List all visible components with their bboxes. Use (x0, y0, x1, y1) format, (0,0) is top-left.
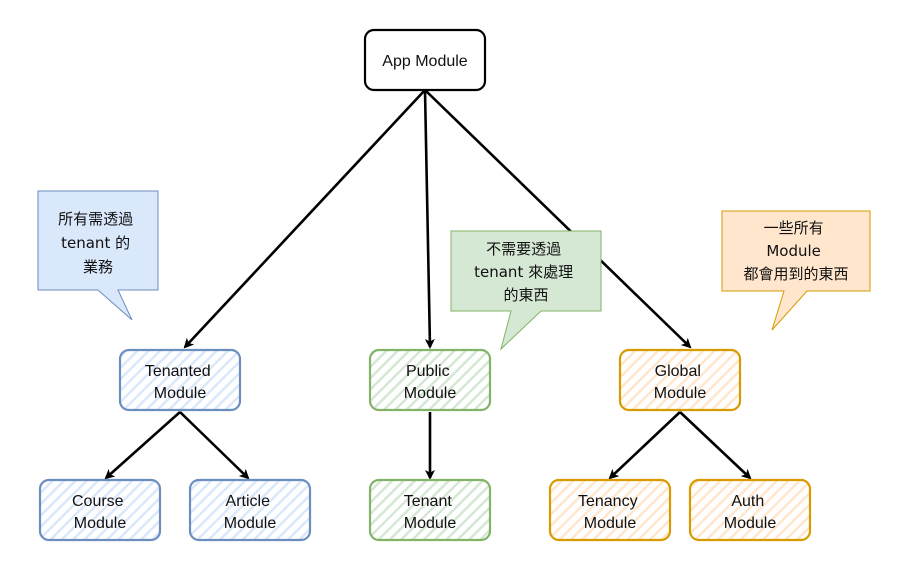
node-tenant-module-line-2: Module (404, 515, 457, 532)
node-tenancy-module-line-1: Tenancy (578, 493, 638, 510)
node-global-module: Global Module (618, 348, 742, 412)
node-app-module: App Module (363, 28, 487, 92)
node-public-module: Public Module (368, 348, 492, 412)
node-tenancy-module: Tenancy Module (548, 478, 672, 542)
node-tenanted-module-line-1: Tenanted (145, 363, 211, 380)
edges (104, 89, 752, 480)
edge-tenanted-to-article (179, 411, 250, 480)
callout-tenanted: 所有需透過 tenant 的 業務 (37, 190, 159, 321)
edge-global-to-auth (679, 411, 752, 480)
node-global-module-line-1: Global (655, 363, 701, 380)
node-app-module-label: App Module (382, 53, 467, 70)
callout-global-line-2: Module (766, 242, 821, 260)
node-global-module-line-2: Module (654, 385, 707, 402)
callout-public-line-3: 的東西 (503, 286, 548, 304)
node-tenant-module: Tenant Module (368, 478, 492, 542)
node-public-module-line-1: Public (406, 363, 450, 380)
callout-tenanted-line-3: 業務 (83, 258, 113, 276)
node-tenant-module-line-1: Tenant (404, 493, 453, 510)
edge-app-to-tenanted (183, 89, 426, 349)
node-auth-module: Auth Module (688, 478, 812, 542)
callout-tenanted-line-1: 所有需透過 (58, 210, 133, 228)
callout-public-line-1: 不需要透過 (486, 240, 561, 258)
node-auth-module-line-1: Auth (731, 493, 764, 510)
node-course-module-line-2: Module (74, 515, 127, 532)
edge-tenanted-to-course (104, 411, 181, 480)
callout-tenanted-line-2: tenant 的 (61, 234, 130, 252)
node-article-module: Article Module (188, 478, 312, 542)
callout-global-line-1: 一些所有 (764, 219, 824, 237)
node-article-module-line-2: Module (224, 515, 277, 532)
callout-global: 一些所有 Module 都會用到的東西 (721, 210, 871, 331)
node-course-module-line-1: Course (72, 493, 124, 510)
callout-public: 不需要透過 tenant 來處理 的東西 (450, 230, 602, 351)
node-course-module: Course Module (38, 478, 162, 542)
node-tenancy-module-line-2: Module (584, 515, 637, 532)
node-tenanted-module: Tenanted Module (118, 348, 242, 412)
node-auth-module-line-2: Module (724, 515, 777, 532)
callout-global-line-3: 都會用到的東西 (743, 265, 848, 283)
module-hierarchy-diagram: 所有需透過 tenant 的 業務 不需要透過 tenant 來處理 的東西 一… (37, 28, 871, 542)
node-article-module-line-1: Article (226, 493, 271, 510)
node-public-module-line-2: Module (404, 385, 457, 402)
node-tenanted-module-line-2: Module (154, 385, 207, 402)
callout-public-line-2: tenant 來處理 (474, 263, 573, 281)
edge-global-to-tenancy (608, 411, 681, 480)
edge-app-to-public (423, 89, 435, 349)
